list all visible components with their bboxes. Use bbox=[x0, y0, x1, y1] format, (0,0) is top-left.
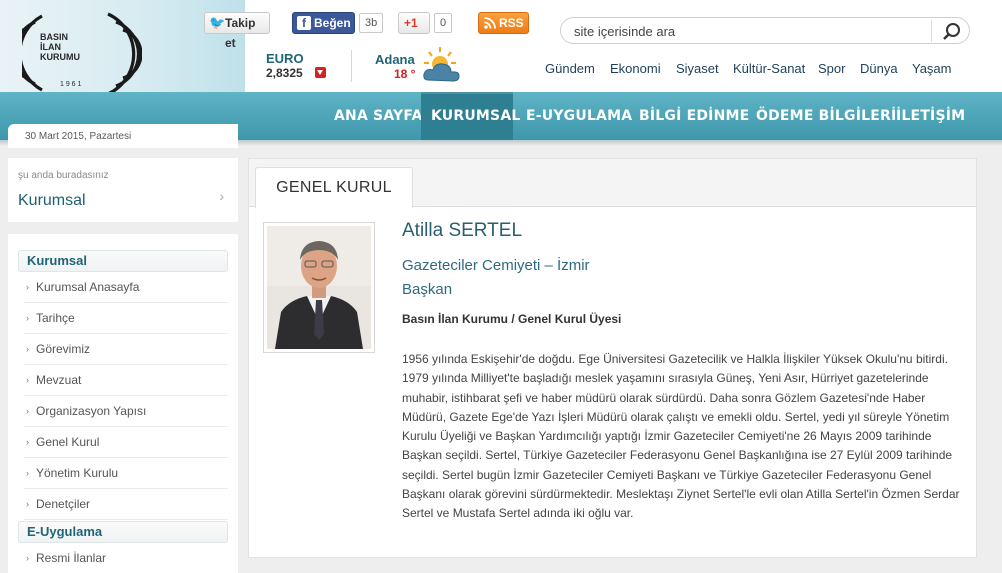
bullet-icon: › bbox=[26, 313, 29, 323]
person-title: Basın İlan Kurumu / Genel Kurul Üyesi bbox=[402, 312, 622, 326]
sidebar-item-yonetim-kurulu[interactable]: › Yönetim Kurulu bbox=[24, 458, 228, 489]
header-divider bbox=[351, 50, 352, 82]
profile-photo bbox=[263, 222, 375, 353]
topnav-yasam[interactable]: Yaşam bbox=[912, 61, 952, 76]
sidebar-item-label: Denetçiler bbox=[36, 497, 91, 511]
bullet-icon: › bbox=[26, 406, 29, 416]
sidebar-item-label: Kurumsal Anasayfa bbox=[36, 280, 140, 294]
bullet-icon: › bbox=[26, 344, 29, 354]
topnav-gundem[interactable]: Gündem bbox=[545, 61, 595, 76]
topnav-ekonomi[interactable]: Ekonomi bbox=[610, 61, 661, 76]
topnav-spor[interactable]: Spor bbox=[818, 61, 845, 76]
logo-line-2: İLAN bbox=[40, 42, 61, 52]
sidebar-item-label: Genel Kurul bbox=[36, 435, 100, 449]
search-box bbox=[560, 17, 970, 44]
google-plus-count: 0 bbox=[434, 13, 453, 33]
sun-cloud-icon bbox=[423, 47, 460, 82]
bullet-icon: › bbox=[26, 375, 29, 385]
breadcrumb-label: şu anda buradasınız bbox=[18, 170, 109, 181]
person-name: Atilla SERTEL bbox=[402, 220, 523, 241]
sidebar-item-tarihce[interactable]: › Tarihçe bbox=[24, 303, 228, 334]
rss-button[interactable]: RSS bbox=[478, 12, 529, 34]
down-arrow-icon bbox=[315, 67, 326, 78]
logo-line-1: BASIN bbox=[40, 32, 69, 42]
current-date: 30 Mart 2015, Pazartesi bbox=[25, 131, 132, 142]
nav-kurumsal[interactable]: KURUMSAL bbox=[421, 92, 520, 140]
sidebar-item-denetciler[interactable]: › Denetçiler bbox=[24, 489, 228, 520]
logo-year: 1 9 6 1 bbox=[60, 81, 82, 88]
site-header: BASIN İLAN KURUMU 1 9 6 1 🐦 Takip et f B… bbox=[0, 0, 1002, 112]
weather-temperature: 18 ° bbox=[394, 67, 416, 81]
bullet-icon: › bbox=[26, 437, 29, 447]
sidebar-item-kurumsal-anasayfa[interactable]: › Kurumsal Anasayfa bbox=[24, 272, 228, 303]
bullet-icon: › bbox=[26, 553, 29, 563]
topnav-dunya[interactable]: Dünya bbox=[860, 61, 898, 76]
sidebar-item-organizasyon-yapisi[interactable]: › Organizasyon Yapısı bbox=[24, 396, 228, 427]
currency-value: 2,8325 bbox=[266, 66, 303, 80]
tab-bar: GENEL KURUL bbox=[249, 159, 976, 208]
google-plus-button[interactable]: +1 bbox=[398, 12, 430, 34]
google-plus-label: +1 bbox=[404, 16, 418, 30]
sidebar-item-label: Görevimiz bbox=[36, 342, 91, 356]
content-panel: GENEL KURUL Atilla SERTEL Gazeteciler Ce… bbox=[248, 158, 977, 558]
chevron-right-icon: › bbox=[219, 188, 224, 204]
twitter-follow-button[interactable]: 🐦 Takip et bbox=[204, 12, 270, 50]
sidebar-item-mevzuat[interactable]: › Mevzuat bbox=[24, 365, 228, 396]
search-input[interactable] bbox=[574, 22, 914, 40]
sidebar-item-label: Tarihçe bbox=[36, 311, 75, 325]
facebook-like-button[interactable]: f Beğen bbox=[292, 12, 355, 34]
rss-label: RSS bbox=[499, 16, 524, 30]
sidebar: Kurumsal › Kurumsal Anasayfa › Tarihçe › Gö… bbox=[8, 234, 238, 573]
date-box: 30 Mart 2015, Pazartesi bbox=[8, 124, 238, 148]
topnav-siyaset[interactable]: Siyaset bbox=[676, 61, 719, 76]
breadcrumb-current[interactable]: Kurumsal bbox=[18, 192, 86, 210]
sidebar-item-label: Mevzuat bbox=[36, 373, 82, 387]
nav-ana-sayfa[interactable]: ANA SAYFA bbox=[324, 92, 433, 140]
sidebar-item-gorevimiz[interactable]: › Görevimiz bbox=[24, 334, 228, 365]
facebook-like-label: Beğen bbox=[314, 16, 351, 30]
facebook-like-count: 3b bbox=[359, 13, 384, 33]
nav-bilgi-edinme[interactable]: BİLGİ EDİNME bbox=[629, 92, 759, 140]
breadcrumb: şu anda buradasınız Kurumsal › bbox=[8, 158, 238, 222]
tab-genel-kurul[interactable]: GENEL KURUL bbox=[255, 167, 413, 208]
bullet-icon: › bbox=[26, 468, 29, 478]
bullet-icon: › bbox=[26, 282, 29, 292]
nav-e-uygulama[interactable]: E-UYGULAMA bbox=[516, 92, 642, 140]
sidebar-item-label: Organizasyon Yapısı bbox=[36, 404, 147, 418]
twitter-bird-icon: 🐦 bbox=[209, 15, 226, 30]
search-icon[interactable] bbox=[939, 20, 965, 42]
sidebar-item-label: Resmi İlanlar bbox=[36, 551, 107, 565]
sidebar-item-genel-kurul[interactable]: › Genel Kurul bbox=[24, 427, 228, 458]
person-organization: Gazeteciler Cemiyeti – İzmir bbox=[402, 257, 590, 274]
search-separator bbox=[931, 20, 932, 42]
person-bio: 1956 yılında Eskişehir'de doğdu. Ege Üni… bbox=[402, 352, 960, 521]
sidebar-item-label: Yönetim Kurulu bbox=[36, 466, 119, 480]
logo-line-3: KURUMU bbox=[40, 52, 80, 62]
person-role: Başkan bbox=[402, 281, 453, 298]
facebook-icon: f bbox=[297, 16, 311, 30]
weather-city[interactable]: Adana bbox=[375, 52, 415, 67]
sidebar-item-resmi-ilanlar[interactable]: › Resmi İlanlar bbox=[24, 543, 228, 573]
currency-label: EURO bbox=[266, 51, 304, 66]
nav-iletisim[interactable]: İLETİŞİM bbox=[886, 92, 975, 140]
person-portrait bbox=[267, 226, 371, 349]
rss-icon bbox=[484, 17, 496, 29]
sidebar-section-e-uygulama[interactable]: E-Uygulama bbox=[18, 521, 228, 543]
topnav-kultur-sanat[interactable]: Kültür-Sanat bbox=[733, 61, 805, 76]
bullet-icon: › bbox=[26, 499, 29, 509]
nav-odeme-bilgileri[interactable]: ÖDEME BİLGİLERİ bbox=[746, 92, 906, 140]
sidebar-section-kurumsal[interactable]: Kurumsal bbox=[18, 250, 228, 272]
